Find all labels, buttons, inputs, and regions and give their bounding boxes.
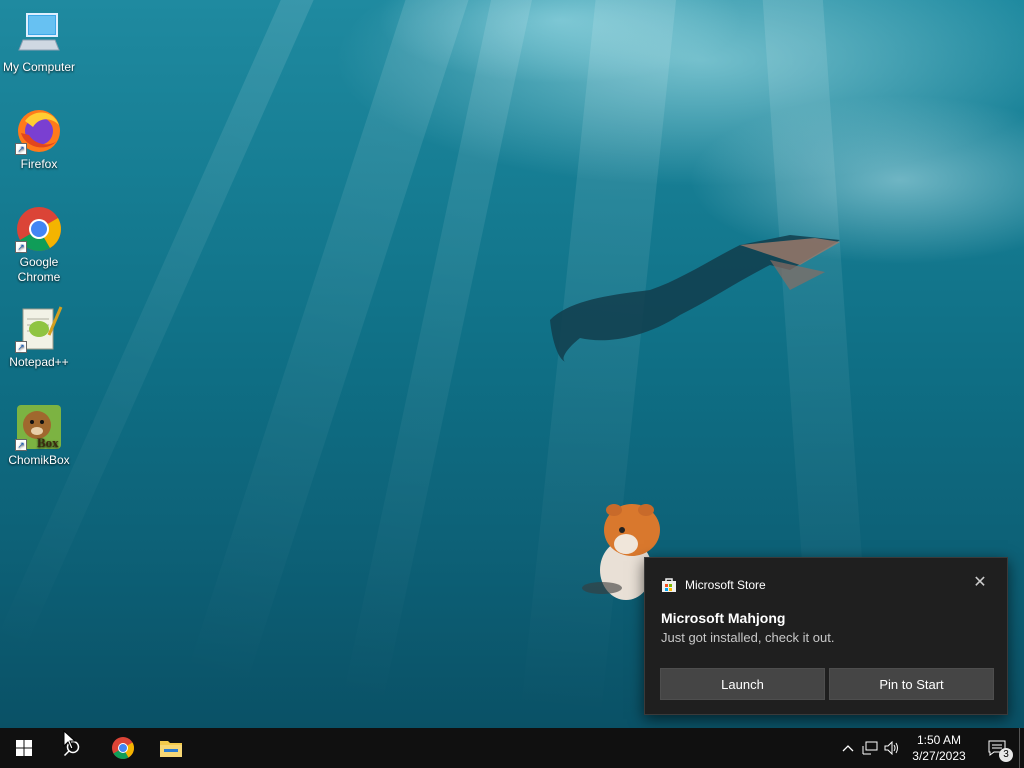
- notepadpp-icon: ↗: [15, 305, 63, 353]
- desktop-icon-my-computer[interactable]: My Computer: [2, 10, 76, 75]
- svg-text:Box: Box: [37, 435, 59, 450]
- toast-close-button[interactable]: ✕: [971, 574, 989, 592]
- action-center-button[interactable]: 3: [975, 728, 1019, 768]
- network-button[interactable]: [859, 728, 881, 768]
- volume-button[interactable]: [881, 728, 903, 768]
- firefox-icon: ↗: [15, 107, 63, 155]
- desktop-icon-label: Notepad++: [9, 355, 69, 369]
- shortcut-arrow-icon: ↗: [15, 439, 27, 451]
- clock[interactable]: 1:50 AM 3/27/2023: [903, 732, 975, 764]
- desktop-icon-chomikbox[interactable]: Box ↗ ChomikBox: [2, 403, 76, 468]
- speaker-icon: [884, 741, 898, 755]
- notification-count-badge: 3: [999, 748, 1013, 762]
- taskbar: 1:50 AM 3/27/2023 3: [0, 728, 1024, 768]
- chrome-icon: [112, 737, 134, 759]
- clock-date: 3/27/2023: [912, 749, 966, 763]
- shortcut-arrow-icon: ↗: [15, 241, 27, 253]
- toast-header: Microsoft Store: [661, 577, 766, 593]
- desktop-icon-label: My Computer: [2, 60, 76, 74]
- show-desktop-button[interactable]: [1019, 728, 1024, 768]
- chrome-icon: ↗: [15, 205, 63, 253]
- desktop-icon-notepadpp[interactable]: ↗ Notepad++: [2, 305, 76, 370]
- desktop-icon-label: ChomikBox: [8, 453, 70, 467]
- launch-button[interactable]: Launch: [660, 668, 825, 700]
- microsoft-store-icon: [662, 578, 676, 592]
- show-hidden-icons-button[interactable]: [837, 728, 859, 768]
- swimmer-image: [550, 235, 840, 362]
- network-icon: [862, 741, 878, 755]
- mouse-cursor-icon: [63, 730, 77, 750]
- toast-body: Just got installed, check it out.: [661, 630, 835, 645]
- chevron-up-icon: [842, 745, 854, 752]
- clock-time: 1:50 AM: [916, 733, 962, 747]
- system-tray: 1:50 AM 3/27/2023 3: [837, 728, 1024, 768]
- toast-app-name: Microsoft Store: [685, 578, 766, 592]
- windows-logo-icon: [16, 740, 32, 756]
- taskbar-chrome-button[interactable]: [99, 728, 147, 768]
- pin-to-start-button[interactable]: Pin to Start: [829, 668, 994, 700]
- taskbar-file-explorer-button[interactable]: [147, 728, 195, 768]
- desktop-icon-label: Firefox: [20, 157, 58, 171]
- desktop-icon-firefox[interactable]: ↗ Firefox: [2, 107, 76, 172]
- computer-icon: [15, 10, 63, 58]
- desktop-icon-google-chrome[interactable]: ↗ Google Chrome: [2, 205, 76, 285]
- shortcut-arrow-icon: ↗: [15, 341, 27, 353]
- toast-notification: Microsoft Store ✕ Microsoft Mahjong Just…: [644, 557, 1008, 715]
- start-button[interactable]: [0, 728, 48, 768]
- desktop-icon-label: Google Chrome: [17, 255, 61, 284]
- chomikbox-icon: Box ↗: [15, 403, 63, 451]
- toast-title: Microsoft Mahjong: [661, 610, 786, 626]
- file-explorer-icon: [160, 741, 182, 757]
- shortcut-arrow-icon: ↗: [15, 143, 27, 155]
